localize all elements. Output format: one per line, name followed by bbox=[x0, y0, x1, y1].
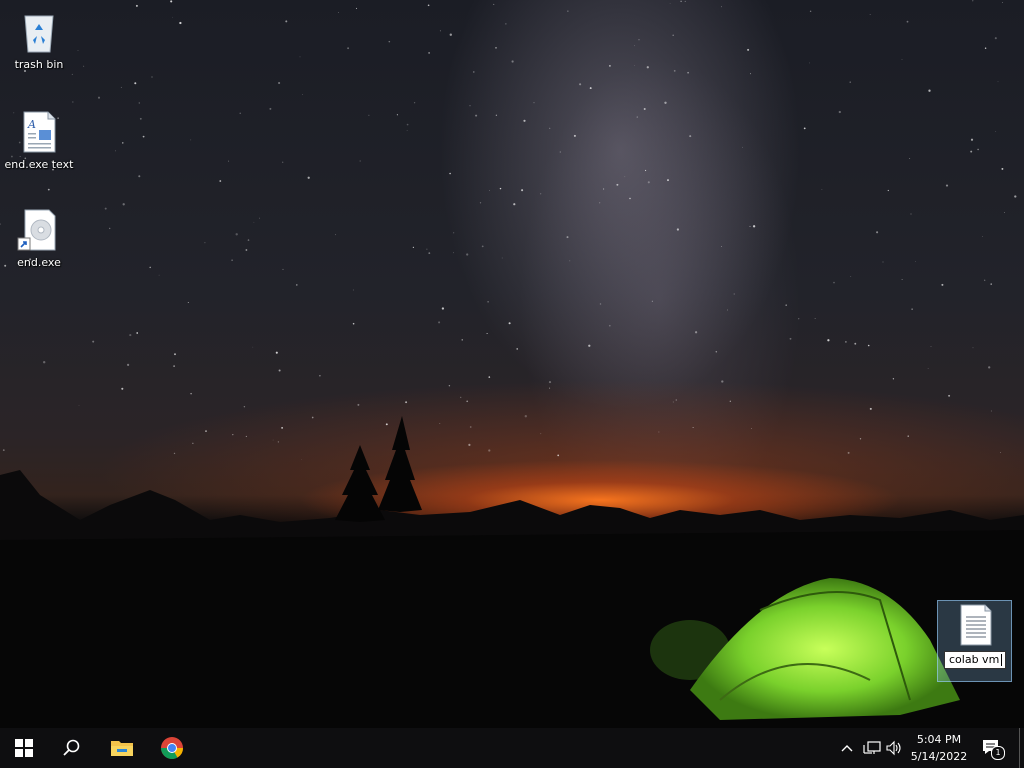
text-file-icon bbox=[956, 603, 996, 647]
windows-start-icon bbox=[15, 739, 33, 757]
desktop-icon-end-exe[interactable]: end.exe bbox=[1, 206, 77, 270]
network-button[interactable] bbox=[863, 740, 881, 756]
desktop-icon-label: end.exe text bbox=[4, 158, 74, 171]
search-button[interactable] bbox=[48, 728, 96, 768]
rename-input-text: colab vm bbox=[949, 653, 1000, 666]
desktop-icon-label: trash bin bbox=[14, 58, 64, 71]
clock[interactable]: 5:04 PM 5/14/2022 bbox=[906, 731, 972, 765]
search-icon bbox=[63, 739, 80, 756]
show-desktop-button[interactable] bbox=[1019, 728, 1024, 768]
show-hidden-icons-button[interactable] bbox=[839, 740, 855, 756]
taskbar: 5:04 PM 5/14/2022 1 bbox=[0, 728, 1024, 768]
chevron-up-icon bbox=[841, 745, 853, 752]
desktop-icon-end-exe-text[interactable]: A end.exe text bbox=[1, 108, 77, 172]
volume-icon bbox=[886, 740, 901, 756]
shortcut-exe-icon bbox=[15, 206, 63, 254]
start-button[interactable] bbox=[0, 728, 48, 768]
recycle-bin-icon bbox=[15, 8, 63, 56]
action-center-button[interactable]: 1 bbox=[982, 738, 1005, 760]
file-explorer-button[interactable] bbox=[98, 728, 146, 768]
chrome-button[interactable] bbox=[148, 728, 196, 768]
desktop-icon-trash-bin[interactable]: trash bin bbox=[1, 8, 77, 72]
desktop-icon-colab-vm[interactable] bbox=[937, 600, 1012, 682]
text-caret bbox=[1001, 654, 1003, 666]
text-document-icon: A bbox=[15, 108, 63, 156]
volume-button[interactable] bbox=[886, 740, 902, 756]
desktop-icon-label: end.exe bbox=[17, 256, 61, 269]
rename-input[interactable]: colab vm bbox=[944, 651, 1006, 669]
network-icon bbox=[863, 741, 881, 754]
svg-text:A: A bbox=[27, 118, 36, 131]
chrome-icon bbox=[161, 737, 183, 759]
notification-count-badge: 1 bbox=[991, 746, 1005, 760]
wallpaper-scene bbox=[0, 0, 1024, 728]
clock-time: 5:04 PM bbox=[916, 733, 962, 746]
desktop-wallpaper bbox=[0, 0, 1024, 728]
clock-date: 5/14/2022 bbox=[910, 750, 968, 763]
file-explorer-icon bbox=[111, 741, 133, 756]
